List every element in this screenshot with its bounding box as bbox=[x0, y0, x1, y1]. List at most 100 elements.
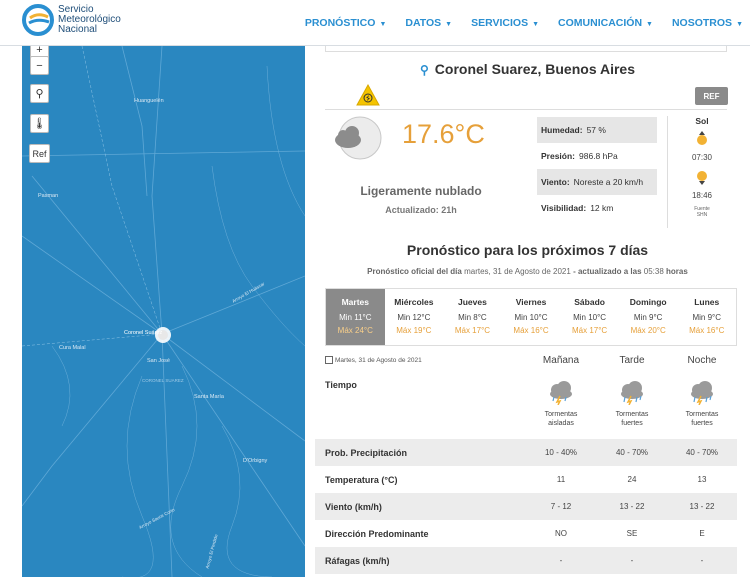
nav-label: SERVICIOS bbox=[471, 17, 529, 29]
sunrise-time: 07:30 bbox=[691, 153, 713, 162]
logo-line-3: Nacional bbox=[58, 24, 97, 35]
forecast-sub-label: Pronóstico oficial del día bbox=[367, 267, 462, 276]
weather-tarde: Tormentas fuertes bbox=[602, 379, 662, 428]
search-box-edge bbox=[325, 46, 727, 52]
weather-label-1: Tormentas bbox=[685, 411, 719, 418]
thunderstorm-icon bbox=[691, 381, 713, 406]
map-pin-icon: ⚲ bbox=[420, 63, 429, 77]
weather-label-2: aisladas bbox=[548, 420, 574, 427]
thunderstorm-icon bbox=[621, 381, 643, 406]
day-tab-lunes[interactable]: Lunes Min 9°C Máx 16°C bbox=[677, 289, 736, 345]
day-tab-miercoles[interactable]: Miércoles Min 12°C Máx 19°C bbox=[385, 289, 444, 345]
row-value-manana: NO bbox=[555, 529, 567, 538]
day-name: Jueves bbox=[458, 297, 487, 307]
nav-label: DATOS bbox=[405, 17, 442, 29]
map-ref-button[interactable]: Ref bbox=[29, 144, 50, 163]
nav-label: PRONÓSTICO bbox=[304, 17, 376, 29]
location-name: Coronel Suarez, Buenos Aires bbox=[434, 61, 635, 77]
sun-title: Sol bbox=[695, 116, 709, 126]
nav-pronostico[interactable]: PRONÓSTICO ▼ bbox=[305, 17, 387, 29]
map-place-huanguelen: Huanguelén bbox=[134, 98, 164, 104]
current-stats: Humedad: 57 % Presión: 986.8 hPa Viento: No… bbox=[537, 117, 657, 221]
col-noche: Noche bbox=[687, 355, 717, 366]
stat-value: 57 % bbox=[586, 125, 606, 135]
day-tabs: Martes Min 11°C Máx 24°C Miércoles Min 1… bbox=[325, 288, 737, 346]
day-name: Domingo bbox=[629, 297, 667, 307]
stat-label: Visibilidad: bbox=[541, 203, 587, 213]
chevron-down-icon: ▼ bbox=[445, 21, 453, 28]
row-value-noche: E bbox=[699, 529, 705, 538]
detail-date: Martes, 31 de Agosto de 2021 bbox=[325, 356, 422, 364]
day-min: Min 10°C bbox=[573, 313, 607, 322]
sun-times: Sol 07:30 18:46 Fuente SHN bbox=[683, 116, 721, 218]
stat-label: Presión: bbox=[541, 151, 576, 161]
day-name: Sábado bbox=[574, 297, 605, 307]
forecast-title: Pronóstico para los próximos 7 días bbox=[406, 242, 649, 258]
stat-label: Viento: bbox=[541, 177, 570, 187]
row-value-manana: - bbox=[559, 556, 563, 565]
row-label: Temperatura (°C) bbox=[325, 474, 398, 485]
location-title: ⚲ Coronel Suarez, Buenos Aires bbox=[305, 61, 750, 77]
current-condition: Ligeramente nublado bbox=[360, 184, 482, 198]
nav-nosotros[interactable]: NOSOTROS ▼ bbox=[672, 17, 743, 29]
row-label: Prob. Precipitación bbox=[325, 447, 408, 458]
day-tab-viernes[interactable]: Viernes Min 10°C Máx 16°C bbox=[502, 289, 561, 345]
weather-panel: ⚲ Coronel Suarez, Buenos Aires REF 17.6°C… bbox=[305, 46, 750, 577]
stat-label: Humedad: bbox=[541, 125, 583, 135]
row-value-tarde: 40 - 70% bbox=[615, 448, 649, 457]
row-value-manana: 7 - 12 bbox=[550, 502, 572, 511]
nav-label: NOSOTROS bbox=[671, 17, 733, 29]
partly-cloudy-night-icon bbox=[330, 114, 382, 167]
map-roads bbox=[22, 46, 305, 577]
stat-pressure: Presión: 986.8 hPa bbox=[537, 143, 657, 169]
day-tab-jueves[interactable]: Jueves Min 8°C Máx 17°C bbox=[443, 289, 502, 345]
current-temperature: 17.6°C bbox=[402, 119, 485, 149]
nav-comunicacion[interactable]: COMUNICACIÓN ▼ bbox=[558, 17, 653, 29]
row-temperature: Temperatura (°C) 11 24 13 bbox=[315, 466, 737, 493]
sun-source-value: SHN bbox=[696, 212, 708, 218]
logo-icon bbox=[22, 4, 54, 36]
weather-manana: Tormentas aisladas bbox=[531, 379, 591, 428]
weather-noche: Tormentas fuertes bbox=[672, 379, 732, 428]
sunset-time: 18:46 bbox=[691, 191, 713, 200]
nav-servicios[interactable]: SERVICIOS ▼ bbox=[471, 17, 539, 29]
thunderstorm-icon bbox=[550, 381, 572, 406]
row-value-manana: 11 bbox=[556, 475, 566, 484]
calendar-icon bbox=[325, 356, 333, 364]
day-min: Min 12°C bbox=[397, 313, 431, 322]
ref-button[interactable]: REF bbox=[695, 87, 728, 105]
forecast-sub-updated: - actualizado a las bbox=[573, 267, 642, 276]
forecast-sub-hours: horas bbox=[666, 267, 688, 276]
stat-visibility: Visibilidad: 12 km bbox=[537, 195, 657, 221]
nav-datos[interactable]: DATOS ▼ bbox=[405, 17, 452, 29]
sunset-icon bbox=[697, 171, 707, 185]
day-tab-sabado[interactable]: Sábado Min 10°C Máx 17°C bbox=[560, 289, 619, 345]
alert-warning-icon[interactable] bbox=[356, 83, 380, 111]
map-place-santa-maria: Santa María bbox=[194, 394, 224, 400]
day-tab-martes[interactable]: Martes Min 11°C Máx 24°C bbox=[326, 289, 385, 345]
smn-logo[interactable]: Servicio Meteorológico Nacional bbox=[22, 4, 121, 36]
chevron-down-icon: ▼ bbox=[379, 21, 387, 28]
zoom-out-button[interactable]: − bbox=[30, 56, 49, 75]
day-tab-domingo[interactable]: Domingo Min 9°C Máx 20°C bbox=[619, 289, 678, 345]
updated-time: Actualizado: 21h bbox=[385, 205, 457, 215]
row-label: Viento (km/h) bbox=[325, 501, 382, 512]
location-map[interactable]: + − ⚲ 🌡 Ref Huanguelén Pasman Cura Malal… bbox=[22, 46, 305, 577]
day-max: Máx 20°C bbox=[630, 326, 666, 335]
chevron-down-icon: ▼ bbox=[646, 21, 653, 28]
day-name: Martes bbox=[341, 297, 369, 307]
chevron-down-icon: ▼ bbox=[532, 21, 540, 28]
tiempo-label: Tiempo bbox=[325, 380, 357, 390]
location-pin-icon[interactable]: ⚲ bbox=[30, 84, 49, 103]
row-gusts: Ráfagas (km/h) - - - bbox=[315, 547, 737, 574]
map-place-cura-malal: Cura Malal bbox=[59, 345, 86, 351]
weather-label-2: fuertes bbox=[691, 420, 713, 427]
day-max: Máx 24°C bbox=[337, 326, 373, 335]
thermometer-icon[interactable]: 🌡 bbox=[30, 114, 49, 133]
day-max: Máx 17°C bbox=[571, 326, 608, 335]
day-min: Min 11°C bbox=[339, 313, 372, 322]
chevron-down-icon: ▼ bbox=[736, 21, 743, 28]
sunrise-icon bbox=[697, 131, 707, 145]
row-value-noche: - bbox=[700, 556, 704, 565]
day-min: Min 9°C bbox=[692, 313, 722, 322]
